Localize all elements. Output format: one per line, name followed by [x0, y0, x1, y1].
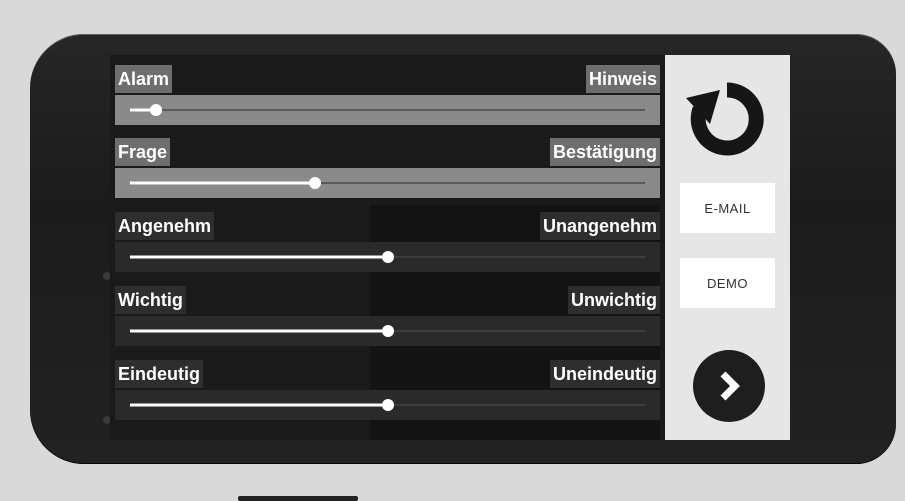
- slider-right-label: Unwichtig: [568, 286, 660, 314]
- demo-button-label: DEMO: [707, 275, 748, 291]
- slider-fill: [130, 329, 388, 333]
- slider-track[interactable]: [115, 390, 660, 420]
- app-screen: Alarm Hinweis Frage Bestätigung Angenehm Unan…: [110, 55, 790, 440]
- slider-track[interactable]: [115, 316, 660, 346]
- slider-track[interactable]: [115, 95, 660, 125]
- slider-row: Angenehm Unangenehm: [115, 212, 660, 282]
- slider-thumb[interactable]: [309, 177, 321, 189]
- slider-left-label: Eindeutig: [115, 360, 203, 388]
- phone-side-button-bottom: [238, 496, 358, 501]
- chevron-right-icon: [720, 371, 740, 401]
- slider-left-label: Angenehm: [115, 212, 215, 240]
- slider-right-label: Unangenehm: [539, 212, 660, 240]
- demo-button[interactable]: DEMO: [680, 258, 775, 308]
- slider-left-label: Frage: [115, 138, 171, 166]
- slider-track[interactable]: [115, 168, 660, 198]
- slider-fill: [130, 255, 388, 259]
- slider-right-label: Uneindeutig: [550, 360, 660, 388]
- slider-left-label: Wichtig: [115, 286, 186, 314]
- slider-thumb[interactable]: [382, 399, 394, 411]
- slider-fill: [130, 181, 315, 185]
- slider-row: Alarm Hinweis: [115, 65, 660, 135]
- next-button[interactable]: [693, 350, 765, 422]
- slider-thumb[interactable]: [382, 325, 394, 337]
- email-button[interactable]: E-MAIL: [680, 183, 775, 233]
- slider-right-label: Hinweis: [585, 65, 660, 93]
- slider-left-label: Alarm: [115, 65, 173, 93]
- slider-thumb[interactable]: [150, 104, 162, 116]
- slider-rail: [130, 109, 645, 111]
- reset-button[interactable]: [683, 75, 771, 163]
- slider-row: Frage Bestätigung: [115, 138, 660, 208]
- slider-fill: [130, 403, 388, 407]
- slider-track[interactable]: [115, 242, 660, 272]
- slider-row: Eindeutig Uneindeutig: [115, 360, 660, 430]
- reset-icon: [686, 82, 764, 156]
- slider-row: Wichtig Unwichtig: [115, 286, 660, 356]
- side-panel: E-MAIL DEMO: [665, 55, 790, 440]
- slider-thumb[interactable]: [382, 251, 394, 263]
- slider-right-label: Bestätigung: [549, 138, 660, 166]
- email-button-label: E-MAIL: [704, 200, 751, 216]
